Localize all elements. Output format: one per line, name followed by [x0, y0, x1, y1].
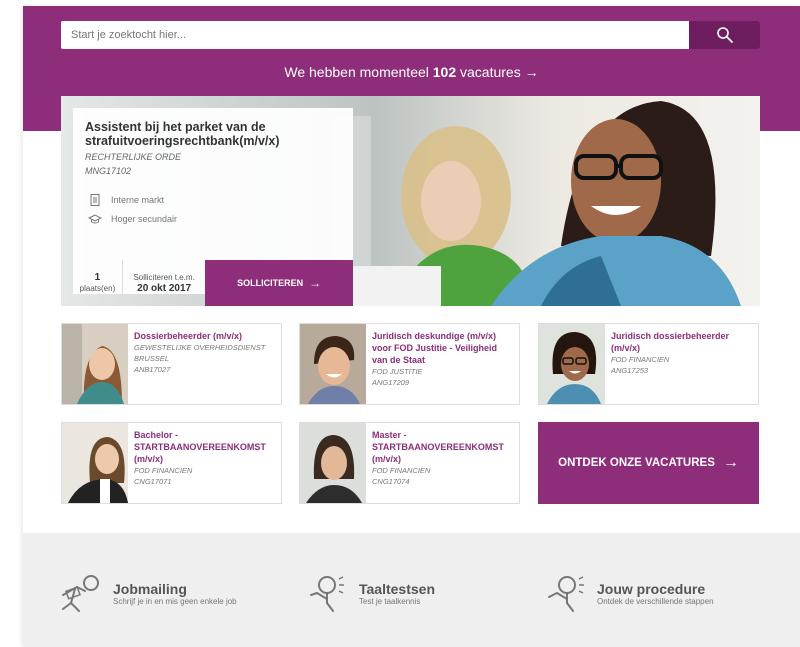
- job-reference: ANB17027: [134, 365, 171, 374]
- job-card[interactable]: Master - STARTBAANOVEREENKOMST (m/v/x) F…: [299, 422, 520, 504]
- jobmailing-subtitle: Schrijf je in en mis geen enkele job: [113, 596, 237, 606]
- featured-education: Hoger secundair: [111, 214, 178, 224]
- vacancies-prefix: We hebben momenteel: [284, 64, 429, 80]
- job-organization: FOD FINANCIEN: [134, 466, 193, 475]
- search-input[interactable]: [61, 21, 689, 49]
- language-tests-title: Taaltestsen: [359, 580, 435, 597]
- deadline-date: 20 okt 2017: [137, 283, 192, 294]
- arrow-right-icon: →: [309, 276, 322, 290]
- discover-vacancies-button[interactable]: ONTDEK ONZE VACATURES →: [538, 422, 759, 504]
- job-photo: [300, 423, 366, 503]
- job-title: Dossierbeheerder (m/v/x): [134, 331, 243, 341]
- job-reference: ANG17253: [611, 366, 649, 375]
- job-organization: FOD FINANCIEN: [372, 466, 431, 475]
- job-card[interactable]: Bachelor - STARTBAANOVEREENKOMST (m/v/x)…: [61, 422, 282, 504]
- discover-vacancies-label: ONTDEK ONZE VACATURES: [558, 457, 715, 469]
- job-organization: GEWESTELIJKE OVERHEIDSDIENST: [134, 343, 266, 352]
- job-card[interactable]: Juridisch deskundige (m/v/x) voor FOD Ju…: [299, 323, 520, 405]
- featured-vacancy: Assistent bij het parket van de strafuit…: [61, 96, 760, 306]
- document-icon: [85, 194, 105, 206]
- graduation-cap-icon: [85, 214, 105, 224]
- jobmailing-title: Jobmailing: [113, 580, 187, 597]
- job-title: Bachelor - STARTBAANOVEREENKOMST (m/v/x): [134, 430, 266, 464]
- job-location: BRUSSEL: [134, 354, 170, 363]
- deadline-cell: Solliciteren t.e.m. 20 okt 2017: [123, 260, 205, 306]
- job-card[interactable]: Juridisch dossierbeheerder (m/v/x) FOD F…: [538, 323, 759, 405]
- featured-market-row: Interne markt: [85, 194, 164, 206]
- job-card[interactable]: Dossierbeheerder (m/v/x) GEWESTELIJKE OV…: [61, 323, 282, 405]
- search-icon: [716, 27, 733, 43]
- places-label: plaats(en): [79, 284, 116, 293]
- job-organization: FOD JUSTITIE: [372, 367, 423, 376]
- featured-education-row: Hoger secundair: [85, 214, 177, 224]
- vacancies-count-link[interactable]: We hebben momenteel 102 vacatures →: [23, 64, 800, 80]
- job-title: Juridisch dossierbeheerder (m/v/x): [611, 331, 730, 353]
- featured-title: Assistent bij het parket van de strafuit…: [85, 120, 280, 148]
- featured-vacancy-card[interactable]: Assistent bij het parket van de strafuit…: [73, 108, 353, 306]
- featured-reference: MNG17102: [85, 166, 132, 176]
- deadline-label: Solliciteren t.e.m.: [133, 273, 195, 282]
- places-cell: 1 plaats(en): [73, 260, 123, 306]
- job-reference: ANG17209: [372, 378, 410, 387]
- language-test-icon: [310, 576, 344, 612]
- job-photo: [62, 324, 128, 404]
- featured-organization: RECHTERLIJKE ORDE: [85, 152, 182, 162]
- places-count: 1: [94, 272, 101, 283]
- apply-button[interactable]: SOLLICITEREN →: [205, 260, 353, 306]
- apply-button-label: SOLLICITEREN: [237, 278, 304, 288]
- vacancies-count: 102: [432, 64, 457, 80]
- featured-market: Interne markt: [111, 195, 165, 205]
- jobmailing-icon: [62, 575, 99, 612]
- language-tests-subtitle: Test je taalkennis: [359, 596, 421, 606]
- procedure-icon: [548, 576, 584, 612]
- arrow-right-icon: →: [524, 64, 539, 80]
- jobmailing-link[interactable]: Jobmailing Schrijf je in en mis geen enk…: [57, 573, 237, 613]
- procedure-link[interactable]: Jouw procedure Ontdek de verschillende s…: [541, 573, 714, 613]
- search-button[interactable]: [689, 21, 760, 49]
- job-title: Juridisch deskundige (m/v/x) voor FOD Ju…: [372, 331, 498, 365]
- featured-footer: 1 plaats(en) Solliciteren t.e.m. 20 okt …: [73, 260, 353, 306]
- language-tests-link[interactable]: Taaltestsen Test je taalkennis: [303, 573, 435, 613]
- job-photo: [62, 423, 128, 503]
- page: We hebben momenteel 102 vacatures →: [23, 6, 800, 647]
- job-reference: CNG17071: [134, 477, 172, 486]
- procedure-subtitle: Ontdek de verschillende stappen: [597, 596, 714, 606]
- job-photo: [539, 324, 605, 404]
- job-organization: FOD FINANCIEN: [611, 355, 670, 364]
- search-bar: [61, 21, 760, 49]
- arrow-right-icon: →: [722, 454, 739, 471]
- job-title: Master - STARTBAANOVEREENKOMST (m/v/x): [372, 430, 504, 464]
- vacancies-suffix: vacatures: [460, 64, 521, 80]
- job-photo: [300, 324, 366, 404]
- job-reference: CNG17074: [372, 477, 410, 486]
- footer-links: Jobmailing Schrijf je in en mis geen enk…: [23, 533, 800, 647]
- procedure-title: Jouw procedure: [597, 580, 706, 597]
